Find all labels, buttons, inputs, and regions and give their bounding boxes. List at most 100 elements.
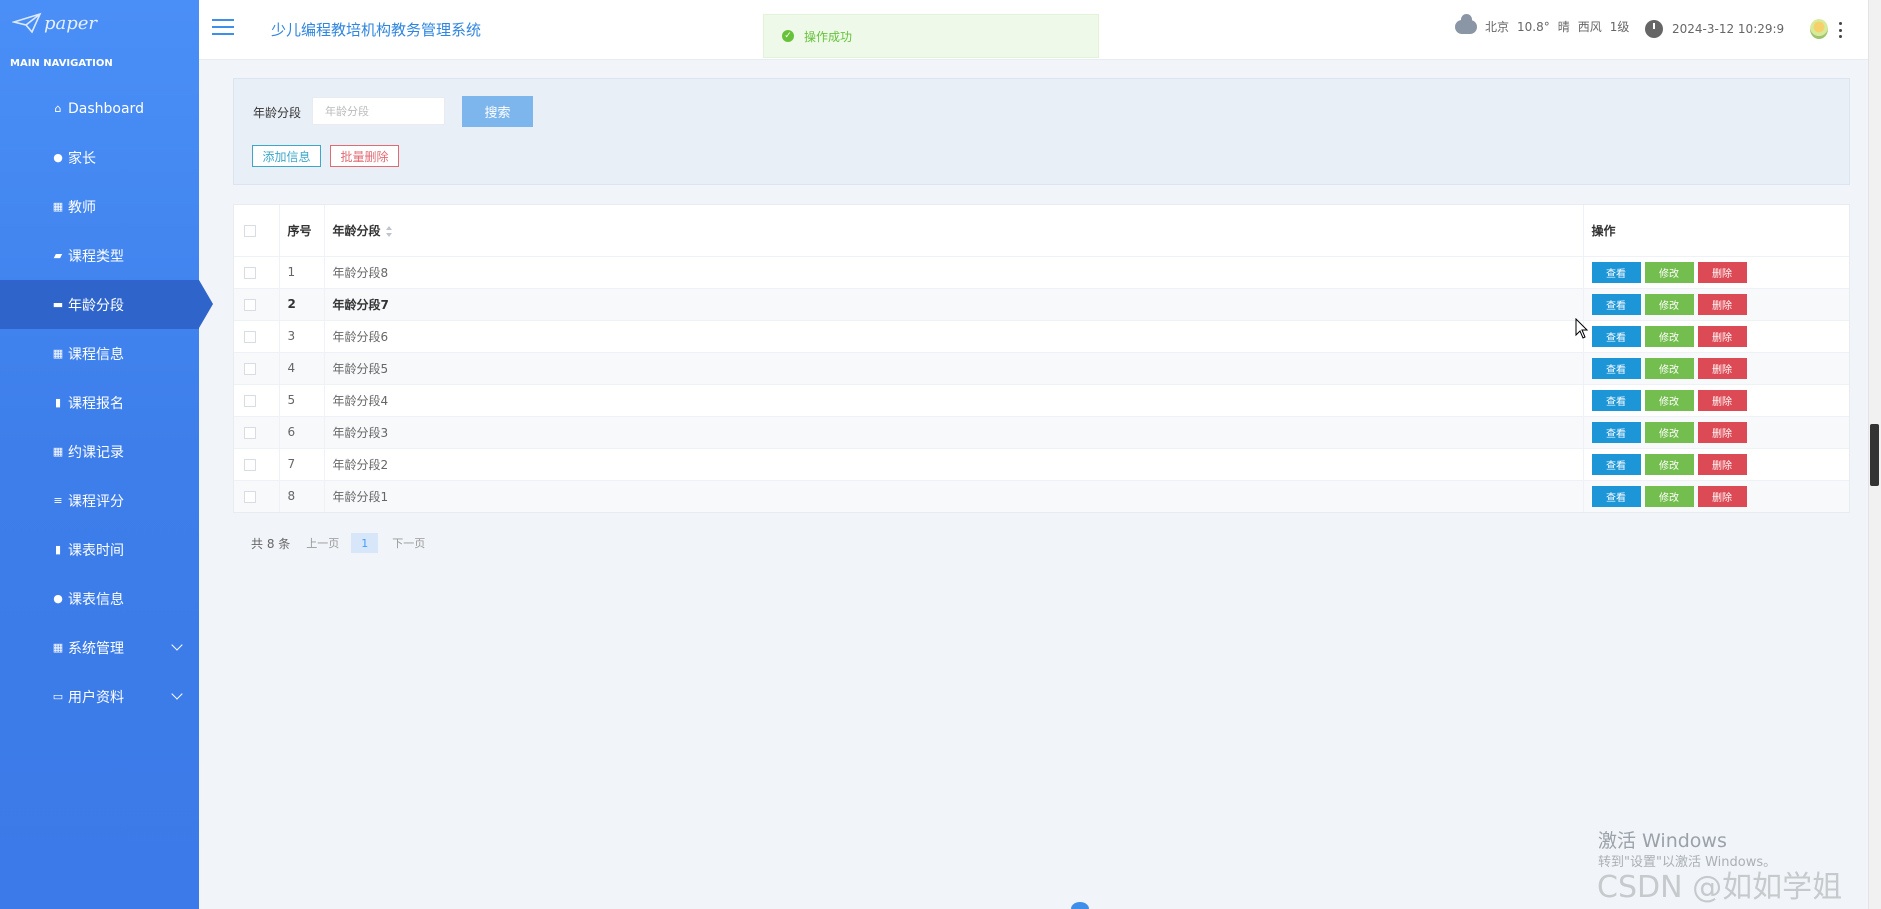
sidebar-item-12[interactable]: ▭ 用户资料 bbox=[0, 672, 199, 721]
row-select-cell bbox=[234, 415, 280, 448]
next-page-link[interactable]: 下一页 bbox=[392, 535, 425, 551]
sidebar-item-1[interactable]: ● 家长 bbox=[0, 133, 199, 182]
sort-icon[interactable] bbox=[385, 225, 393, 237]
table-row[interactable]: 6 年龄分段3 查看 修改 删除 bbox=[234, 415, 1849, 448]
edit-button[interactable]: 修改 bbox=[1644, 261, 1694, 283]
ticket-icon: ▬ bbox=[52, 298, 64, 311]
row-actions: 查看 修改 删除 bbox=[1583, 447, 1849, 480]
delete-button[interactable]: 删除 bbox=[1697, 453, 1747, 475]
row-actions: 查看 修改 删除 bbox=[1583, 415, 1849, 448]
row-index: 4 bbox=[279, 351, 325, 384]
view-button[interactable]: 查看 bbox=[1591, 293, 1641, 315]
search-button[interactable]: 搜索 bbox=[462, 96, 533, 127]
table-row[interactable]: 4 年龄分段5 查看 修改 删除 bbox=[234, 351, 1849, 384]
edit-button[interactable]: 修改 bbox=[1644, 453, 1694, 475]
edit-button[interactable]: 修改 bbox=[1644, 389, 1694, 411]
row-index: 1 bbox=[279, 255, 325, 288]
cloud-icon bbox=[1455, 13, 1477, 34]
row-checkbox[interactable] bbox=[244, 362, 256, 375]
sidebar-item-10[interactable]: ● 课表信息 bbox=[0, 574, 199, 623]
scrollbar-thumb[interactable] bbox=[1870, 424, 1879, 486]
row-actions: 查看 修改 删除 bbox=[1583, 479, 1849, 512]
delete-button[interactable]: 删除 bbox=[1697, 485, 1747, 507]
row-checkbox[interactable] bbox=[244, 458, 256, 471]
data-table: 序号 年龄分段 操作 1 年龄分段8 查看 修改 删除 2 年龄分段7 查看 修改 删除 3 年龄分段… bbox=[233, 204, 1850, 513]
prev-page-link[interactable]: 上一页 bbox=[306, 535, 339, 551]
view-button[interactable]: 查看 bbox=[1591, 389, 1641, 411]
sidebar-item-label: 系统管理 bbox=[68, 640, 124, 657]
row-age-segment: 年龄分段6 bbox=[324, 319, 1584, 352]
menu-toggle-icon[interactable] bbox=[212, 19, 234, 35]
sidebar-item-3[interactable]: ▰ 课程类型 bbox=[0, 231, 199, 280]
sidebar-item-4[interactable]: ▬ 年龄分段 bbox=[0, 280, 213, 329]
sidebar-item-7[interactable]: ▦ 约课记录 bbox=[0, 427, 199, 476]
more-vertical-icon[interactable] bbox=[1839, 22, 1843, 38]
scrollbar[interactable] bbox=[1868, 0, 1881, 909]
view-button[interactable]: 查看 bbox=[1591, 453, 1641, 475]
delete-button[interactable]: 删除 bbox=[1697, 357, 1747, 379]
delete-button[interactable]: 删除 bbox=[1697, 325, 1747, 347]
grid-icon: ▦ bbox=[52, 200, 64, 213]
page-1[interactable]: 1 bbox=[351, 533, 379, 553]
sidebar-item-label: 课程类型 bbox=[68, 248, 124, 265]
table-row[interactable]: 3 年龄分段6 查看 修改 删除 bbox=[234, 319, 1849, 352]
datetime: 2024-3-12 10:29:9 bbox=[1672, 22, 1785, 36]
delete-button[interactable]: 删除 bbox=[1697, 389, 1747, 411]
row-checkbox[interactable] bbox=[244, 330, 256, 343]
back-to-top-icon[interactable] bbox=[1071, 902, 1089, 909]
row-checkbox[interactable] bbox=[244, 298, 256, 311]
sidebar-item-11[interactable]: ▦ 系统管理 bbox=[0, 623, 199, 672]
search-input[interactable] bbox=[312, 97, 445, 125]
sidebar-item-5[interactable]: ▦ 课程信息 bbox=[0, 329, 199, 378]
weather-city: 北京 bbox=[1485, 20, 1510, 34]
delete-button[interactable]: 删除 bbox=[1697, 261, 1747, 283]
sidebar-item-0[interactable]: ⌂ Dashboard bbox=[0, 84, 199, 133]
edit-button[interactable]: 修改 bbox=[1644, 485, 1694, 507]
sidebar-item-label: 家长 bbox=[68, 150, 96, 167]
col-age-segment[interactable]: 年龄分段 bbox=[324, 205, 1584, 256]
row-actions: 查看 修改 删除 bbox=[1583, 351, 1849, 384]
clock-widget: 2024-3-12 10:29:9 bbox=[1645, 20, 1784, 38]
row-checkbox[interactable] bbox=[244, 394, 256, 407]
view-button[interactable]: 查看 bbox=[1591, 485, 1641, 507]
view-button[interactable]: 查看 bbox=[1591, 261, 1641, 283]
delete-button[interactable]: 删除 bbox=[1697, 293, 1747, 315]
mouse-cursor-icon bbox=[1575, 318, 1589, 339]
batch-delete-button[interactable]: 批量删除 bbox=[330, 145, 399, 167]
view-button[interactable]: 查看 bbox=[1591, 325, 1641, 347]
table-row[interactable]: 5 年龄分段4 查看 修改 删除 bbox=[234, 383, 1849, 416]
table-row[interactable]: 1 年龄分段8 查看 修改 删除 bbox=[234, 255, 1849, 288]
row-actions: 查看 修改 删除 bbox=[1583, 319, 1849, 352]
brand[interactable]: paper bbox=[0, 0, 199, 46]
bar-chart-icon: ▮ bbox=[54, 396, 62, 409]
edit-button[interactable]: 修改 bbox=[1644, 325, 1694, 347]
grid-icon: ▦ bbox=[52, 445, 64, 458]
row-checkbox[interactable] bbox=[244, 490, 256, 503]
edit-button[interactable]: 修改 bbox=[1644, 421, 1694, 443]
ticket-icon: ▰ bbox=[53, 249, 63, 262]
weather-condition: 晴 bbox=[1557, 20, 1570, 34]
table-row[interactable]: 8 年龄分段1 查看 修改 删除 bbox=[234, 479, 1849, 512]
add-info-button[interactable]: 添加信息 bbox=[252, 145, 321, 167]
sidebar-item-label: Dashboard bbox=[68, 100, 144, 117]
sidebar-item-8[interactable]: ≡ 课程评分 bbox=[0, 476, 199, 525]
table-row[interactable]: 2 年龄分段7 查看 修改 删除 bbox=[234, 287, 1849, 320]
view-button[interactable]: 查看 bbox=[1591, 357, 1641, 379]
avatar[interactable] bbox=[1810, 19, 1828, 39]
edit-button[interactable]: 修改 bbox=[1644, 293, 1694, 315]
sidebar-item-6[interactable]: ▮ 课程报名 bbox=[0, 378, 199, 427]
windows-activation-watermark: 激活 Windows bbox=[1598, 830, 1727, 852]
view-button[interactable]: 查看 bbox=[1591, 421, 1641, 443]
row-actions: 查看 修改 删除 bbox=[1583, 287, 1849, 320]
table-row[interactable]: 7 年龄分段2 查看 修改 删除 bbox=[234, 447, 1849, 480]
sidebar-item-9[interactable]: ▮ 课表时间 bbox=[0, 525, 199, 574]
delete-button[interactable]: 删除 bbox=[1697, 421, 1747, 443]
nav-caption: MAIN NAVIGATION bbox=[10, 58, 113, 69]
weather-temp: 10.8° bbox=[1517, 19, 1550, 34]
sidebar-item-label: 约课记录 bbox=[68, 444, 124, 461]
select-all-checkbox[interactable] bbox=[244, 224, 256, 237]
row-checkbox[interactable] bbox=[244, 266, 256, 279]
sidebar-item-2[interactable]: ▦ 教师 bbox=[0, 182, 199, 231]
edit-button[interactable]: 修改 bbox=[1644, 357, 1694, 379]
row-checkbox[interactable] bbox=[244, 426, 256, 439]
